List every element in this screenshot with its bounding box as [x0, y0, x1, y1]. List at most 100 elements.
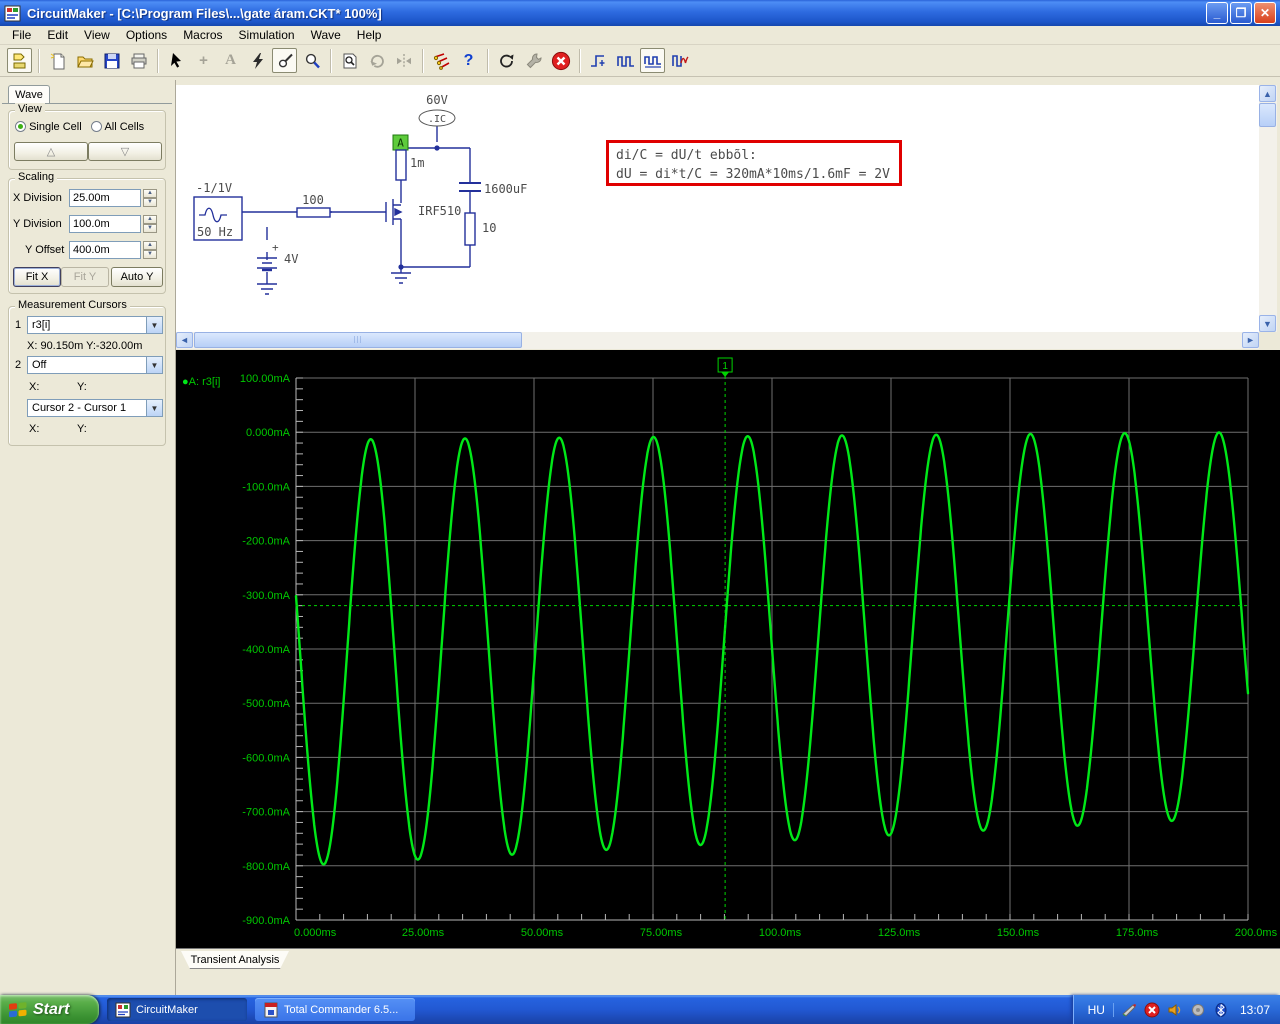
- analog-waveforms-button[interactable]: [640, 48, 665, 73]
- scroll-up-icon[interactable]: ▲: [1259, 85, 1276, 102]
- y-tick-label: -700.0mA: [242, 807, 290, 819]
- parts-browser-button[interactable]: [7, 48, 32, 73]
- restore-button[interactable]: ❐: [1230, 2, 1252, 24]
- bluetooth-tray-icon[interactable]: [1213, 1002, 1229, 1018]
- spinner-down-icon[interactable]: ▼: [143, 250, 157, 259]
- menu-edit[interactable]: Edit: [39, 26, 76, 44]
- y-division-input[interactable]: 100.0m: [69, 215, 141, 233]
- schematic-canvas[interactable]: .IC 60V A 1m IRF510 1600uF 10 -1/1V 50 H…: [176, 85, 1259, 332]
- scaling-groupbox: Scaling X Division 25.00m ▲ ▼ Y Division …: [8, 171, 166, 294]
- text-tool-button[interactable]: A: [218, 48, 243, 73]
- cursor2-dropdown-icon[interactable]: ▼: [146, 357, 162, 373]
- toolbar-separator: [38, 48, 39, 73]
- vertical-scroll-thumb[interactable]: [1259, 103, 1276, 127]
- circuitmaker-task-icon: [115, 1002, 131, 1017]
- digital-waveforms-button[interactable]: [613, 48, 638, 73]
- transient-plot[interactable]: 100.00mA 0.000mA -100.0mA -200.0mA -300.0mA -…: [176, 350, 1280, 948]
- fit-x-button[interactable]: Fit X: [13, 267, 61, 287]
- tab-wave[interactable]: Wave: [8, 85, 50, 104]
- y-tick-label: -100.0mA: [242, 481, 290, 493]
- print-button[interactable]: [126, 48, 151, 73]
- tablet-pen-tray-icon[interactable]: [1121, 1002, 1137, 1018]
- menu-view[interactable]: View: [76, 26, 118, 44]
- digital-switches-button[interactable]: [429, 48, 454, 73]
- cursor-diff-select[interactable]: Cursor 2 - Cursor 1 ▼: [27, 399, 163, 417]
- language-indicator[interactable]: HU: [1088, 1002, 1114, 1017]
- menu-macros[interactable]: Macros: [175, 26, 230, 44]
- volume-tray-icon[interactable]: [1167, 1002, 1183, 1018]
- sound-scheme-tray-icon[interactable]: [1190, 1002, 1206, 1018]
- minimize-button[interactable]: _: [1206, 2, 1228, 24]
- radio-single-cell-label: Single Cell: [29, 121, 82, 133]
- cursor1-dropdown-icon[interactable]: ▼: [146, 317, 162, 333]
- menu-wave[interactable]: Wave: [303, 26, 349, 44]
- y-offset-spinner[interactable]: ▲ ▼: [143, 241, 157, 259]
- x-division-input[interactable]: 25.00m: [69, 189, 141, 207]
- save-file-button[interactable]: [99, 48, 124, 73]
- y-offset-input[interactable]: 400.0m: [69, 241, 141, 259]
- cell-up-button[interactable]: △: [14, 142, 88, 161]
- find-device-button[interactable]: [337, 48, 362, 73]
- open-file-button[interactable]: [72, 48, 97, 73]
- spinner-up-icon[interactable]: ▲: [143, 215, 157, 224]
- security-alert-tray-icon[interactable]: [1144, 1002, 1160, 1018]
- y-division-spinner[interactable]: ▲ ▼: [143, 215, 157, 233]
- close-button[interactable]: ✕: [1254, 2, 1276, 24]
- schematic-vertical-scrollbar[interactable]: ▲ ▼: [1259, 85, 1277, 332]
- scroll-down-icon[interactable]: ▼: [1259, 315, 1276, 332]
- run-bolt-button[interactable]: [245, 48, 270, 73]
- tab-transient-analysis[interactable]: Transient Analysis: [181, 951, 289, 969]
- add-plus-button[interactable]: +: [191, 48, 216, 73]
- source-frequency-label: 50 Hz: [197, 225, 233, 239]
- mixed-waveforms-button[interactable]: [667, 48, 692, 73]
- thumb-grip: |||: [353, 336, 363, 344]
- x-division-spinner[interactable]: ▲ ▼: [143, 189, 157, 207]
- cursor1-select[interactable]: r3[i] ▼: [27, 316, 163, 334]
- spinner-up-icon[interactable]: ▲: [143, 189, 157, 198]
- zoom-tool-button[interactable]: [299, 48, 324, 73]
- menu-file[interactable]: File: [4, 26, 39, 44]
- step-waveforms-button[interactable]: [586, 48, 611, 73]
- help-icon: ?: [463, 51, 474, 69]
- radio-all-cells[interactable]: All Cells: [91, 121, 144, 133]
- trace-color-dot: ●: [182, 376, 189, 388]
- device-properties-button[interactable]: [521, 48, 546, 73]
- spinner-up-icon[interactable]: ▲: [143, 241, 157, 250]
- stop-simulation-button[interactable]: [548, 48, 573, 73]
- scroll-left-icon[interactable]: ◄: [176, 332, 193, 348]
- menu-help[interactable]: Help: [349, 26, 390, 44]
- horizontal-scroll-thumb[interactable]: |||: [194, 332, 522, 348]
- taskbar: Start CircuitMaker Total Commander 6.5..…: [0, 995, 1280, 1024]
- cursor2-select[interactable]: Off ▼: [27, 356, 163, 374]
- auto-y-button[interactable]: Auto Y: [111, 267, 163, 287]
- rotate-button[interactable]: [364, 48, 389, 73]
- spinner-down-icon[interactable]: ▼: [143, 198, 157, 207]
- menu-simulation[interactable]: Simulation: [231, 26, 303, 44]
- annotation-note[interactable]: di/C = dU/t ebbõl: dU = di*t/C = 320mA*1…: [606, 140, 902, 186]
- radio-single-cell[interactable]: Single Cell: [15, 121, 82, 133]
- taskbar-item-circuitmaker[interactable]: CircuitMaker: [107, 998, 247, 1021]
- x-tick-label: 100.0ms: [759, 927, 802, 939]
- help-button[interactable]: ?: [456, 48, 481, 73]
- taskbar-item-total-commander[interactable]: Total Commander 6.5...: [255, 998, 415, 1021]
- analysis-tab-strip: Transient Analysis: [176, 948, 1280, 975]
- digital-waveforms-icon: [616, 55, 634, 67]
- mirror-button[interactable]: [391, 48, 416, 73]
- scroll-right-icon[interactable]: ►: [1242, 332, 1259, 348]
- menu-options[interactable]: Options: [118, 26, 175, 44]
- cursor1-flag-pointer: [721, 372, 730, 377]
- spinner-down-icon[interactable]: ▼: [143, 224, 157, 233]
- reset-button[interactable]: [494, 48, 519, 73]
- cursor-diff-dropdown-icon[interactable]: ▼: [146, 400, 162, 416]
- bias-battery-label: 4V: [284, 252, 298, 266]
- new-file-button[interactable]: [45, 48, 70, 73]
- y-division-label: Y Division: [13, 218, 62, 230]
- select-arrow-button[interactable]: [164, 48, 189, 73]
- taskbar-clock[interactable]: 13:07: [1240, 1003, 1270, 1017]
- fit-y-button[interactable]: Fit Y: [61, 267, 109, 287]
- waveform-view[interactable]: ●A: r3[i] 100.00mA 0.000mA -100.0mA -200.0m…: [176, 350, 1280, 948]
- schematic-horizontal-scrollbar[interactable]: ◄ ||| ►: [176, 332, 1259, 349]
- start-button[interactable]: Start: [0, 995, 99, 1024]
- cell-down-button[interactable]: ▽: [88, 142, 162, 161]
- probe-tool-button[interactable]: [272, 48, 297, 73]
